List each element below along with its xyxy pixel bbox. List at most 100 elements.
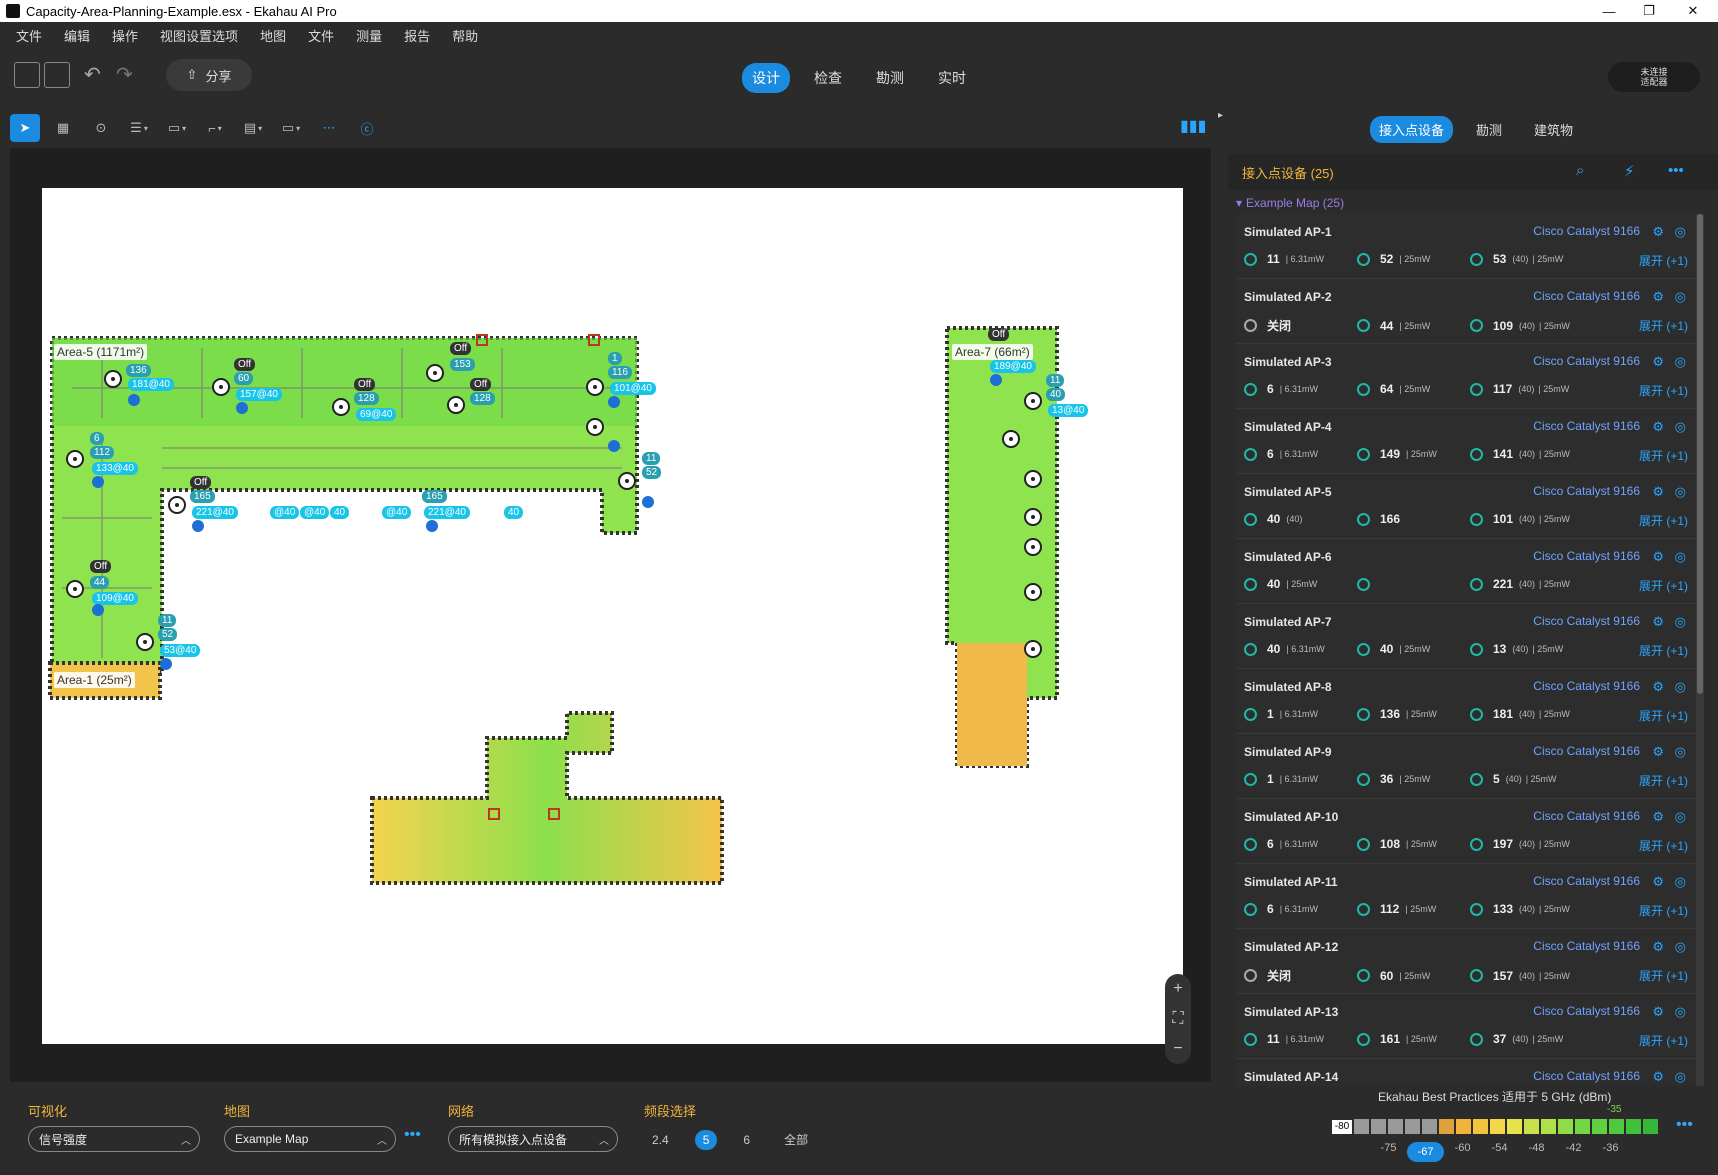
locate-icon[interactable]: ◎ <box>1675 224 1686 240</box>
radio-24[interactable]: 6 | 6.31mW <box>1244 837 1357 851</box>
radio-6[interactable]: 133 (40) | 25mW <box>1470 902 1620 916</box>
ap-row[interactable]: Simulated AP-10 Cisco Catalyst 9166 ⚙ ◎ 6 | 6… <box>1236 799 1698 864</box>
ap-place-tool-icon[interactable]: ⊙ <box>86 114 116 142</box>
gear-icon[interactable]: ⚙ <box>1652 679 1664 695</box>
share-button[interactable]: ⇧ 分享 <box>166 59 252 91</box>
radio-5[interactable]: 161 | 25mW <box>1357 1032 1470 1046</box>
ap-model-link[interactable]: Cisco Catalyst 9166 <box>1533 614 1640 628</box>
radio-5[interactable]: 60 | 25mW <box>1357 969 1470 983</box>
wall-tool-icon[interactable]: ☰ ▾ <box>124 114 154 142</box>
ap-model-link[interactable]: Cisco Catalyst 9166 <box>1533 744 1640 758</box>
menu-item[interactable]: 文件 <box>308 26 334 45</box>
ap-list-scrollbar[interactable] <box>1696 214 1704 1094</box>
locate-icon[interactable]: ◎ <box>1675 614 1686 630</box>
ap-model-link[interactable]: Cisco Catalyst 9166 <box>1533 419 1640 433</box>
ap-row[interactable]: Simulated AP-8 Cisco Catalyst 9166 ⚙ ◎ 1 | 6.… <box>1236 669 1698 734</box>
menu-item[interactable]: 操作 <box>112 26 138 45</box>
legend-more-icon[interactable]: ••• <box>1676 1116 1693 1134</box>
radio-6[interactable]: 5 (40) | 25mW <box>1470 772 1620 786</box>
area-label[interactable]: Area-1 (25m²) <box>54 672 135 688</box>
band-option[interactable]: 6 <box>735 1130 758 1150</box>
search-icon[interactable]: ⌕ <box>1576 162 1584 179</box>
expand-link[interactable]: 展开 (+1) <box>1639 837 1688 854</box>
locate-icon[interactable]: ◎ <box>1675 679 1686 695</box>
band-option[interactable]: 5 <box>694 1129 718 1150</box>
gear-icon[interactable]: ⚙ <box>1652 874 1664 890</box>
ap-model-link[interactable]: Cisco Catalyst 9166 <box>1533 484 1640 498</box>
radio-5[interactable]: 112 | 25mW <box>1357 902 1470 916</box>
ap-marker[interactable] <box>136 633 154 651</box>
radio-6[interactable]: 109 (40) | 25mW <box>1470 319 1620 333</box>
map-select[interactable]: Example Map ︿ <box>224 1126 396 1152</box>
door-marker[interactable] <box>548 808 560 820</box>
gear-icon[interactable]: ⚙ <box>1652 549 1664 565</box>
gear-icon[interactable]: ⚙ <box>1652 484 1664 500</box>
gear-icon[interactable]: ⚙ <box>1652 939 1664 955</box>
mode-tab[interactable]: 设计 <box>742 63 790 93</box>
locate-icon[interactable]: ◎ <box>1675 419 1686 435</box>
save-icon[interactable] <box>44 62 70 88</box>
radio-24[interactable]: 6 | 6.31mW <box>1244 902 1357 916</box>
locate-icon[interactable]: ◎ <box>1675 744 1686 760</box>
gear-icon[interactable]: ⚙ <box>1652 224 1664 240</box>
floor-plan[interactable]: Area-5 (1171m²) Area-7 (66m²) Area-1 (25… <box>42 188 1183 1044</box>
mode-tab[interactable]: 实时 <box>928 63 976 93</box>
expand-link[interactable]: 展开 (+1) <box>1639 447 1688 464</box>
radio-24[interactable]: 1 | 6.31mW <box>1244 707 1357 721</box>
close-button[interactable]: ✕ <box>1670 0 1716 22</box>
ap-row[interactable]: Simulated AP-2 Cisco Catalyst 9166 ⚙ ◎ 关闭 44 |… <box>1236 279 1698 344</box>
radio-24[interactable]: 11 | 6.31mW <box>1244 252 1357 266</box>
undo-icon[interactable]: ↶ <box>84 62 101 87</box>
open-file-icon[interactable] <box>14 62 40 88</box>
signal-legend-bar[interactable] <box>1332 1119 1660 1134</box>
ap-marker[interactable] <box>66 580 84 598</box>
door-marker[interactable] <box>588 334 600 346</box>
ap-row[interactable]: Simulated AP-3 Cisco Catalyst 9166 ⚙ ◎ 6 | 6.… <box>1236 344 1698 409</box>
door-marker[interactable] <box>476 334 488 346</box>
menu-item[interactable]: 文件 <box>16 26 42 45</box>
menu-item[interactable]: 视图设置选项 <box>160 26 238 45</box>
collapse-arrow-icon[interactable]: ▸ <box>1218 110 1223 121</box>
ap-model-link[interactable]: Cisco Catalyst 9166 <box>1533 809 1640 823</box>
channel-tool-icon[interactable]: ⓒ <box>352 114 382 142</box>
shape-tool-icon[interactable]: ⌐ ▾ <box>200 114 230 142</box>
ap-marker[interactable] <box>212 378 230 396</box>
expand-link[interactable]: 展开 (+1) <box>1639 512 1688 529</box>
ap-marker[interactable] <box>1024 392 1042 410</box>
ap-row[interactable]: Simulated AP-11 Cisco Catalyst 9166 ⚙ ◎ 6 | 6… <box>1236 864 1698 929</box>
radio-5[interactable]: 40 | 25mW <box>1357 642 1470 656</box>
zoom-out-icon[interactable]: − <box>1173 1040 1182 1058</box>
ap-row[interactable]: Simulated AP-7 Cisco Catalyst 9166 ⚙ ◎ 40 | 6… <box>1236 604 1698 669</box>
scroll-thumb[interactable] <box>1697 214 1703 694</box>
adapter-button[interactable]: 未连接 适配器 <box>1608 62 1700 92</box>
radio-6[interactable]: 101 (40) | 25mW <box>1470 512 1620 526</box>
ap-marker[interactable] <box>1024 508 1042 526</box>
locate-icon[interactable]: ◎ <box>1675 354 1686 370</box>
ap-marker[interactable] <box>1024 640 1042 658</box>
radio-6[interactable]: 37 (40) | 25mW <box>1470 1032 1620 1046</box>
radio-6[interactable]: 157 (40) | 25mW <box>1470 969 1620 983</box>
ap-marker[interactable] <box>1024 470 1042 488</box>
radio-6[interactable]: 53 (40) | 25mW <box>1470 252 1620 266</box>
measure-tool-icon[interactable]: ▦ <box>48 114 78 142</box>
expand-link[interactable]: 展开 (+1) <box>1639 902 1688 919</box>
radio-5[interactable]: 149 | 25mW <box>1357 447 1470 461</box>
ap-marker[interactable] <box>586 378 604 396</box>
area-label[interactable]: Area-5 (1171m²) <box>54 344 148 360</box>
right-panel-tab[interactable]: 勘测 <box>1467 116 1511 143</box>
ap-model-link[interactable]: Cisco Catalyst 9166 <box>1533 874 1640 888</box>
menu-item[interactable]: 地图 <box>260 26 286 45</box>
radio-24[interactable]: 6 | 6.31mW <box>1244 382 1357 396</box>
radio-6[interactable]: 13 (40) | 25mW <box>1470 642 1620 656</box>
radio-24[interactable]: 40 (40) <box>1244 512 1357 526</box>
radio-5[interactable]: 36 | 25mW <box>1357 772 1470 786</box>
visualization-select[interactable]: 信号强度 ︿ <box>28 1126 200 1152</box>
floor-tool-icon[interactable]: ▤ ▾ <box>238 114 268 142</box>
locate-icon[interactable]: ◎ <box>1675 809 1686 825</box>
radio-24[interactable]: 关闭 <box>1244 317 1357 334</box>
gear-icon[interactable]: ⚙ <box>1652 354 1664 370</box>
ap-row[interactable]: Simulated AP-12 Cisco Catalyst 9166 ⚙ ◎ 关闭 60… <box>1236 929 1698 994</box>
ap-marker[interactable] <box>1002 430 1020 448</box>
ap-model-link[interactable]: Cisco Catalyst 9166 <box>1533 1004 1640 1018</box>
fit-view-icon[interactable]: ⛶ <box>1172 1010 1183 1028</box>
